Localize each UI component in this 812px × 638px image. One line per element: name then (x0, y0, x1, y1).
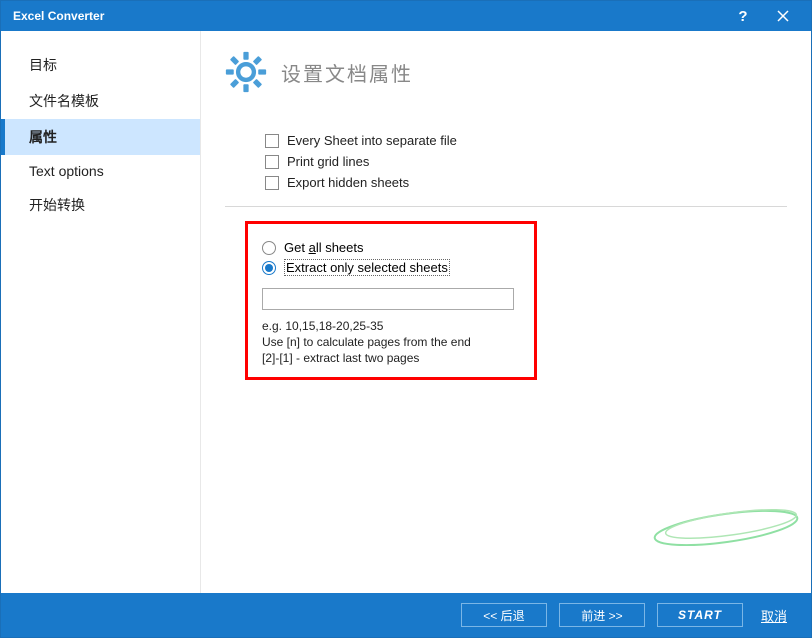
start-button[interactable]: START (657, 603, 743, 627)
gear-icon (225, 51, 267, 93)
watermark (631, 486, 801, 549)
checkbox-label: Export hidden sheets (287, 175, 409, 190)
checkbox-print-grid[interactable]: Print grid lines (265, 154, 787, 169)
sheet-selection-box: Get all sheets Extract only selected she… (245, 221, 537, 380)
checkbox-icon (265, 176, 279, 190)
radio-icon (262, 241, 276, 255)
page-header: 设置文档属性 (225, 51, 787, 93)
main-panel: 设置文档属性 Every Sheet into separate file Pr… (201, 31, 811, 593)
forward-button[interactable]: 前进 >> (559, 603, 645, 627)
close-button[interactable] (763, 1, 803, 31)
radio-extract-selected[interactable]: Extract only selected sheets (262, 259, 520, 276)
page-title: 设置文档属性 (281, 58, 413, 87)
app-window: Excel Converter ? 目标 文件名模板 属性 Text optio… (0, 0, 812, 638)
checkbox-label: Every Sheet into separate file (287, 133, 457, 148)
back-button[interactable]: << 后退 (461, 603, 547, 627)
help-button[interactable]: ? (723, 1, 763, 31)
sidebar-item-filename-template[interactable]: 文件名模板 (1, 83, 200, 119)
checkbox-export-hidden[interactable]: Export hidden sheets (265, 175, 787, 190)
sidebar-item-properties[interactable]: 属性 (1, 119, 200, 155)
checkbox-separate-file[interactable]: Every Sheet into separate file (265, 133, 787, 148)
hint-text: e.g. 10,15,18-20,25-35 Use [n] to calcul… (262, 318, 520, 367)
radio-get-all-sheets[interactable]: Get all sheets (262, 240, 520, 255)
radio-icon (262, 261, 276, 275)
radio-label: Extract only selected sheets (284, 259, 450, 276)
sheet-range-input[interactable] (262, 288, 514, 310)
checkbox-icon (265, 155, 279, 169)
window-body: 目标 文件名模板 属性 Text options 开始转换 (1, 31, 811, 593)
checkbox-icon (265, 134, 279, 148)
checkbox-label: Print grid lines (287, 154, 369, 169)
radio-label: Get all sheets (284, 240, 364, 255)
sidebar: 目标 文件名模板 属性 Text options 开始转换 (1, 31, 201, 593)
sidebar-item-text-options[interactable]: Text options (1, 155, 200, 187)
divider (225, 206, 787, 207)
titlebar: Excel Converter ? (1, 1, 811, 31)
cancel-link[interactable]: 取消 (755, 606, 793, 625)
window-title: Excel Converter (13, 9, 723, 23)
sidebar-item-destination[interactable]: 目标 (1, 47, 200, 83)
close-icon (777, 10, 789, 22)
help-icon: ? (738, 8, 747, 25)
sidebar-item-start-convert[interactable]: 开始转换 (1, 187, 200, 223)
footer: << 后退 前进 >> START 取消 (1, 593, 811, 637)
